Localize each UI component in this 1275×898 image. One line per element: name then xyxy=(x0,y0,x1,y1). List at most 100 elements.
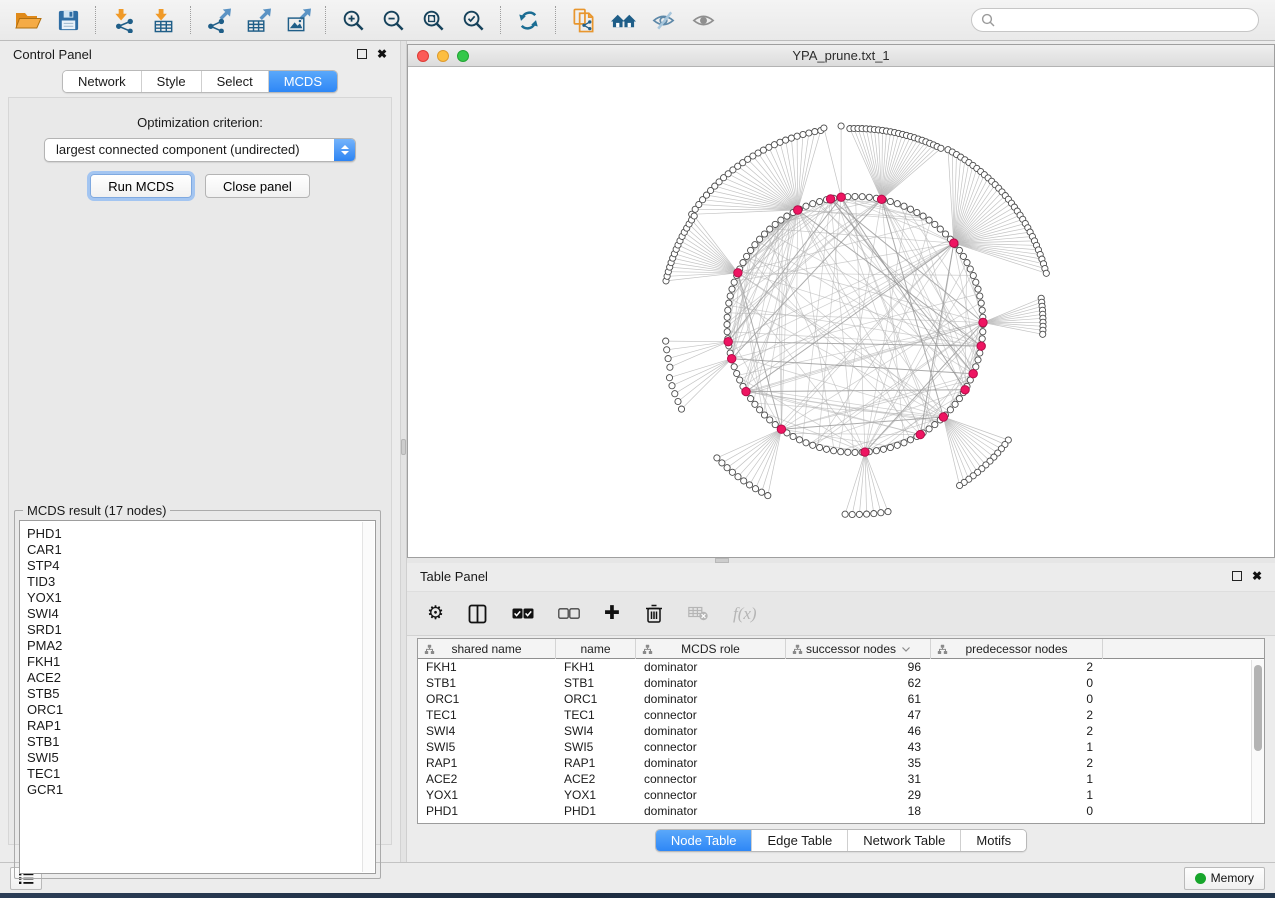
column-header-shared-name[interactable]: shared name xyxy=(418,639,556,659)
network-canvas[interactable] xyxy=(408,67,1274,557)
export-image-button[interactable] xyxy=(278,3,318,37)
first-neighbors-button[interactable] xyxy=(603,3,643,37)
divider-grip[interactable] xyxy=(401,439,406,455)
divider-grip[interactable] xyxy=(715,558,729,563)
export-network-button[interactable] xyxy=(198,3,238,37)
dominator-node[interactable] xyxy=(826,195,834,203)
zoom-out-button[interactable] xyxy=(373,3,413,37)
maximize-window-button[interactable] xyxy=(457,50,469,62)
list-scrollbar[interactable] xyxy=(362,522,374,872)
list-item[interactable]: PMA2 xyxy=(27,638,375,654)
import-network-button[interactable] xyxy=(103,3,143,37)
table-row[interactable]: ACE2ACE2connector311 xyxy=(418,771,1264,787)
close-window-button[interactable] xyxy=(417,50,429,62)
tab-style[interactable]: Style xyxy=(141,71,201,92)
list-item[interactable]: GCR1 xyxy=(27,782,375,798)
dominator-node[interactable] xyxy=(969,370,977,378)
dominator-node[interactable] xyxy=(977,342,985,350)
table-row[interactable]: YOX1YOX1connector291 xyxy=(418,787,1264,803)
list-item[interactable]: STB5 xyxy=(27,686,375,702)
table-row[interactable]: TEC1TEC1connector472 xyxy=(418,707,1264,723)
export-table-button[interactable] xyxy=(238,3,278,37)
show-column-panel-button[interactable] xyxy=(468,599,488,629)
zoom-in-button[interactable] xyxy=(333,3,373,37)
hide-selected-button[interactable] xyxy=(643,3,683,37)
list-item[interactable]: SWI4 xyxy=(27,606,375,622)
zoom-selected-button[interactable] xyxy=(453,3,493,37)
open-file-button[interactable] xyxy=(8,3,48,37)
search-box[interactable] xyxy=(971,8,1259,32)
table-row[interactable]: PHD1PHD1dominator180 xyxy=(418,803,1264,819)
deselect-all-rows-button[interactable] xyxy=(558,599,580,629)
tab-edge-table[interactable]: Edge Table xyxy=(751,830,847,851)
dominator-node[interactable] xyxy=(939,413,947,421)
network-titlebar[interactable]: YPA_prune.txt_1 xyxy=(408,45,1274,67)
table-row[interactable]: ORC1ORC1dominator610 xyxy=(418,691,1264,707)
tab-mcds[interactable]: MCDS xyxy=(268,71,337,92)
float-panel-icon[interactable] xyxy=(1232,571,1242,581)
tab-network[interactable]: Network xyxy=(63,71,141,92)
scrollbar-thumb[interactable] xyxy=(1254,665,1262,751)
column-header-MCDS-role[interactable]: MCDS role xyxy=(636,639,786,659)
list-item[interactable]: TEC1 xyxy=(27,766,375,782)
zoom-fit-button[interactable] xyxy=(413,3,453,37)
float-panel-icon[interactable] xyxy=(357,49,367,59)
add-column-button[interactable]: ✚ xyxy=(604,599,620,629)
list-item[interactable]: PHD1 xyxy=(27,526,375,542)
column-header-predecessor-nodes[interactable]: predecessor nodes xyxy=(931,639,1103,659)
criterion-dropdown[interactable]: largest connected component (undirected) xyxy=(44,138,356,162)
dominator-node[interactable] xyxy=(724,338,732,346)
delete-column-button[interactable] xyxy=(644,599,664,629)
clone-network-button[interactable] xyxy=(563,3,603,37)
close-panel-button[interactable]: Close panel xyxy=(205,174,310,198)
horizontal-panel-divider[interactable] xyxy=(407,558,1275,563)
list-item[interactable]: CAR1 xyxy=(27,542,375,558)
column-header-successor-nodes[interactable]: successor nodes xyxy=(786,639,931,659)
list-item[interactable]: ACE2 xyxy=(27,670,375,686)
close-panel-icon[interactable]: ✖ xyxy=(377,49,387,59)
list-item[interactable]: STB1 xyxy=(27,734,375,750)
dominator-node[interactable] xyxy=(794,206,802,214)
tab-motifs[interactable]: Motifs xyxy=(960,830,1026,851)
delete-table-button[interactable] xyxy=(688,599,709,629)
minimize-window-button[interactable] xyxy=(437,50,449,62)
settings-gear-button[interactable]: ⚙ xyxy=(427,599,444,629)
dominator-node[interactable] xyxy=(916,430,924,438)
mcds-result-list[interactable]: PHD1CAR1STP4TID3YOX1SWI4SRD1PMA2FKH1ACE2… xyxy=(19,520,376,874)
dominator-node[interactable] xyxy=(950,239,958,247)
column-header-name[interactable]: name xyxy=(556,639,636,659)
search-input[interactable] xyxy=(1000,12,1249,28)
select-all-rows-button[interactable] xyxy=(512,599,534,629)
vertical-panel-divider[interactable] xyxy=(400,41,407,862)
list-item[interactable]: STP4 xyxy=(27,558,375,574)
table-scrollbar[interactable] xyxy=(1251,660,1264,823)
apply-layout-button[interactable] xyxy=(508,3,548,37)
table-row[interactable]: SWI5SWI5connector431 xyxy=(418,739,1264,755)
list-item[interactable]: SRD1 xyxy=(27,622,375,638)
dominator-node[interactable] xyxy=(961,386,969,394)
dominator-node[interactable] xyxy=(861,448,869,456)
list-item[interactable]: RAP1 xyxy=(27,718,375,734)
table-row[interactable]: FKH1FKH1dominator962 xyxy=(418,659,1264,675)
dominator-node[interactable] xyxy=(777,425,785,433)
show-all-button[interactable] xyxy=(683,3,723,37)
dominator-node[interactable] xyxy=(979,318,987,326)
tab-network-table[interactable]: Network Table xyxy=(847,830,960,851)
dominator-node[interactable] xyxy=(728,355,736,363)
run-mcds-button[interactable]: Run MCDS xyxy=(90,174,192,198)
list-item[interactable]: TID3 xyxy=(27,574,375,590)
list-item[interactable]: YOX1 xyxy=(27,590,375,606)
table-row[interactable]: RAP1RAP1dominator352 xyxy=(418,755,1264,771)
table-row[interactable]: STB1STB1dominator620 xyxy=(418,675,1264,691)
dominator-node[interactable] xyxy=(877,195,885,203)
list-item[interactable]: SWI5 xyxy=(27,750,375,766)
close-panel-icon[interactable]: ✖ xyxy=(1252,571,1262,581)
memory-button[interactable]: Memory xyxy=(1184,867,1265,890)
dominator-node[interactable] xyxy=(734,269,742,277)
dominator-node[interactable] xyxy=(837,193,845,201)
tab-node-table[interactable]: Node Table xyxy=(656,830,752,851)
function-builder-button[interactable]: f(x) xyxy=(733,599,757,629)
dominator-node[interactable] xyxy=(742,387,750,395)
list-item[interactable]: FKH1 xyxy=(27,654,375,670)
table-row[interactable]: SWI4SWI4dominator462 xyxy=(418,723,1264,739)
